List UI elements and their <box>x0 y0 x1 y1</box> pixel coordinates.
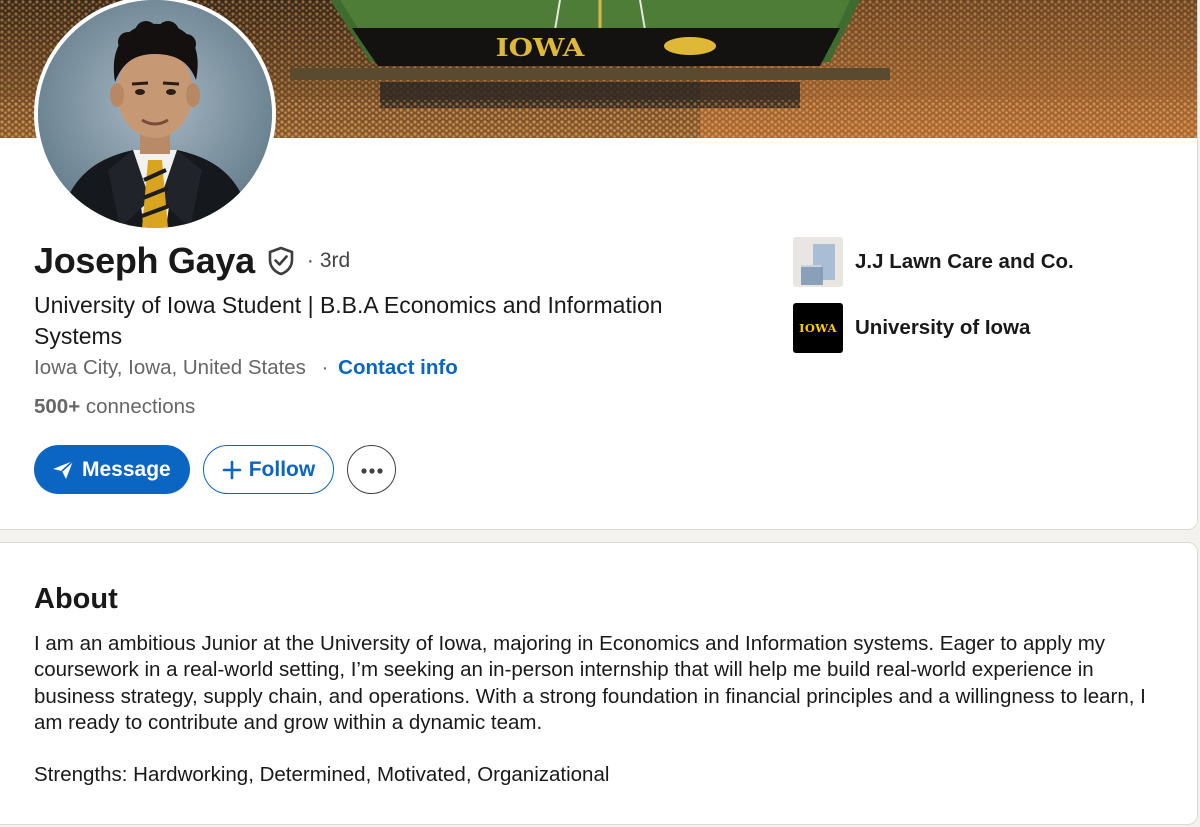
current-company[interactable]: J.J Lawn Care and Co. <box>793 237 1074 287</box>
about-section: About I am an ambitious Junior at the Un… <box>0 542 1198 825</box>
plus-icon <box>222 460 242 480</box>
message-button-label: Message <box>82 457 171 481</box>
location-row: Iowa City, Iowa, United States · Contact… <box>34 356 458 380</box>
follow-button-label: Follow <box>248 457 316 481</box>
about-strengths: Strengths: Hardworking, Determined, Moti… <box>34 763 610 786</box>
profile-card: IOWA Joseph Gaya · 3rd University of Iow… <box>0 0 1198 530</box>
university-logo-text: IOWA <box>799 321 837 335</box>
university-of-iowa-logo: IOWA <box>793 303 843 353</box>
profile-name: Joseph Gaya <box>34 240 255 281</box>
connections-count[interactable]: 500+ connections <box>34 395 195 419</box>
connections-number: 500+ <box>34 395 81 418</box>
about-title: About <box>34 583 118 615</box>
follow-button[interactable]: Follow <box>202 445 335 494</box>
profile-location: Iowa City, Iowa, United States <box>34 356 306 379</box>
paper-plane-icon <box>52 459 74 480</box>
avatar-photo <box>38 0 272 228</box>
connections-label: connections <box>80 395 196 418</box>
message-button[interactable]: Message <box>34 445 190 494</box>
connection-degree: 3rd <box>319 249 351 272</box>
profile-actions: Message Follow <box>34 445 397 494</box>
school-name: University of Iowa <box>855 316 1031 339</box>
verified-shield-icon[interactable] <box>267 246 295 276</box>
profile-avatar[interactable] <box>34 0 276 232</box>
profile-headline: University of Iowa Student | B.B.A Econo… <box>34 292 663 349</box>
about-text: I am an ambitious Junior at the Universi… <box>34 632 1146 734</box>
company-name: J.J Lawn Care and Co. <box>855 250 1074 273</box>
name-row: Joseph Gaya · 3rd <box>34 240 350 282</box>
ellipsis-icon <box>361 462 383 477</box>
contact-info-link[interactable]: Contact info <box>338 356 458 379</box>
banner-field-text: IOWA <box>496 35 586 62</box>
more-actions-button[interactable] <box>347 445 397 494</box>
experience-education-summary: J.J Lawn Care and Co. IOWA University of… <box>793 237 1074 369</box>
degree-separator: · <box>306 249 314 272</box>
education-school[interactable]: IOWA University of Iowa <box>793 303 1074 353</box>
company-placeholder-logo <box>793 237 843 287</box>
location-separator: · <box>321 356 329 379</box>
